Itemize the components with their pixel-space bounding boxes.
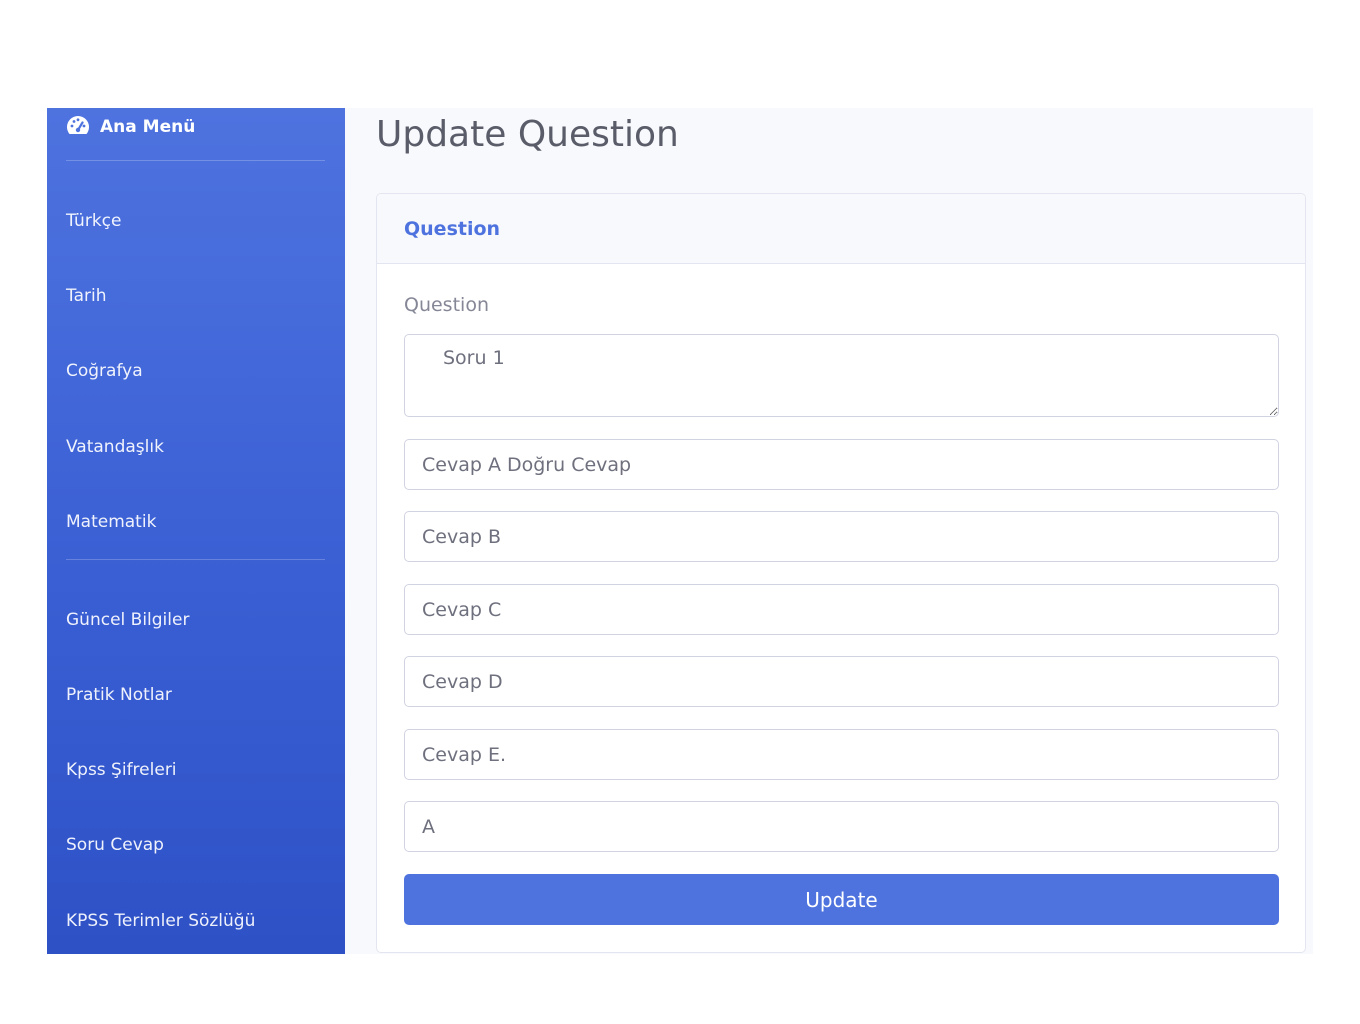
- sidebar-divider: [66, 559, 325, 560]
- sidebar-item-vatandaslik[interactable]: Vatandaşlık: [66, 432, 325, 462]
- sidebar-item-turkce[interactable]: Türkçe: [66, 206, 325, 236]
- main-content: Update Question Question Question Soru 1…: [345, 108, 1313, 954]
- answer-b-input[interactable]: [404, 511, 1279, 562]
- answer-e-input[interactable]: [404, 729, 1279, 780]
- sidebar-item-kpss-terimler-sozlugu[interactable]: KPSS Terimler Sözlüğü: [66, 906, 325, 936]
- sidebar-brand-label: Ana Menü: [100, 117, 196, 137]
- question-label: Question: [404, 294, 489, 316]
- sidebar-brand[interactable]: Ana Menü: [66, 112, 195, 142]
- page-title: Update Question: [376, 114, 679, 155]
- update-button[interactable]: Update: [404, 874, 1279, 925]
- answer-a-input[interactable]: [404, 439, 1279, 490]
- question-textarea[interactable]: Soru 1: [404, 334, 1279, 417]
- sidebar-item-tarih[interactable]: Tarih: [66, 281, 325, 311]
- sidebar-item-cografya[interactable]: Coğrafya: [66, 356, 325, 386]
- sidebar-item-pratik-notlar[interactable]: Pratik Notlar: [66, 680, 325, 710]
- sidebar-divider: [66, 160, 325, 161]
- sidebar: Ana Menü Türkçe Tarih Coğrafya Vatandaşl…: [47, 108, 345, 954]
- sidebar-item-kpss-sifreleri[interactable]: Kpss Şifreleri: [66, 755, 325, 785]
- card-header: Question: [377, 194, 1305, 264]
- app-window: Ana Menü Türkçe Tarih Coğrafya Vatandaşl…: [47, 108, 1313, 954]
- sidebar-item-soru-cevap[interactable]: Soru Cevap: [66, 830, 325, 860]
- answer-d-input[interactable]: [404, 656, 1279, 707]
- question-card: Question Question Soru 1 Update: [376, 193, 1306, 953]
- sidebar-item-matematik[interactable]: Matematik: [66, 507, 325, 537]
- correct-answer-input[interactable]: [404, 801, 1279, 852]
- answer-c-input[interactable]: [404, 584, 1279, 635]
- sidebar-item-guncel-bilgiler[interactable]: Güncel Bilgiler: [66, 605, 325, 635]
- tachometer-icon: [66, 115, 90, 140]
